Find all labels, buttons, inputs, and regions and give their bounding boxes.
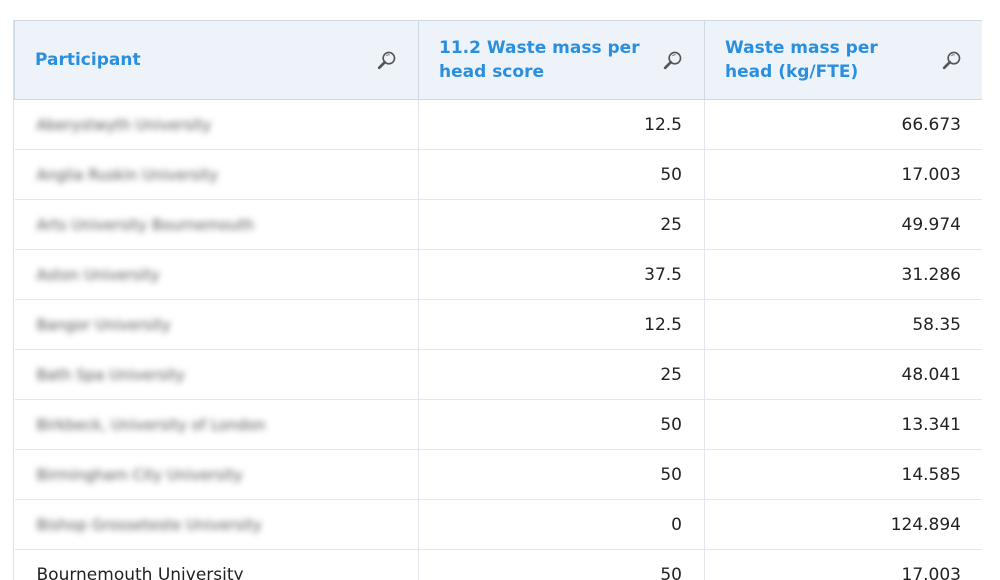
table-row: Aberystwyth University 12.5 66.673	[15, 100, 983, 150]
participant-cell: Bishop Grosseteste University	[15, 500, 419, 550]
participant-cell: Birmingham City University	[15, 450, 419, 500]
table-header: Participant 11.2 Waste mass per head sco…	[15, 21, 983, 100]
mass-cell: 17.003	[705, 150, 983, 200]
search-icon[interactable]	[662, 49, 684, 71]
waste-table: Participant 11.2 Waste mass per head sco…	[14, 20, 982, 580]
column-header-score[interactable]: 11.2 Waste mass per head score	[419, 21, 705, 100]
participant-cell: Bangor University	[15, 300, 419, 350]
participant-cell: Aberystwyth University	[15, 100, 419, 150]
mass-cell: 49.974	[705, 200, 983, 250]
participant-cell: Aston University	[15, 250, 419, 300]
participant-cell: Bath Spa University	[15, 350, 419, 400]
column-header-label: 11.2 Waste mass per head score	[439, 36, 684, 84]
column-header-label: Waste mass per head (kg/FTE)	[725, 36, 963, 84]
table-body: Aberystwyth University 12.5 66.673 Angli…	[15, 100, 983, 580]
participant-cell: Birkbeck, University of London	[15, 400, 419, 450]
score-cell: 37.5	[419, 250, 705, 300]
table-row: Anglia Ruskin University 50 17.003	[15, 150, 983, 200]
table-row: Arts University Bournemouth 25 49.974	[15, 200, 983, 250]
table-row: Bishop Grosseteste University 0 124.894	[15, 500, 983, 550]
mass-cell: 17.003	[705, 550, 983, 580]
score-cell: 12.5	[419, 300, 705, 350]
search-icon[interactable]	[376, 49, 398, 71]
table-row: Birmingham City University 50 14.585	[15, 450, 983, 500]
mass-cell: 58.35	[705, 300, 983, 350]
score-cell: 50	[419, 400, 705, 450]
participant-cell: Bournemouth University	[15, 550, 419, 580]
column-header-participant[interactable]: Participant	[15, 21, 419, 100]
mass-cell: 124.894	[705, 500, 983, 550]
participant-cell: Arts University Bournemouth	[15, 200, 419, 250]
score-cell: 25	[419, 350, 705, 400]
mass-cell: 13.341	[705, 400, 983, 450]
table-row: Birkbeck, University of London 50 13.341	[15, 400, 983, 450]
search-icon[interactable]	[941, 49, 963, 71]
participant-cell: Anglia Ruskin University	[15, 150, 419, 200]
score-cell: 25	[419, 200, 705, 250]
score-cell: 50	[419, 550, 705, 580]
table-row: Bangor University 12.5 58.35	[15, 300, 983, 350]
table-row: Bournemouth University 50 17.003	[15, 550, 983, 580]
score-cell: 12.5	[419, 100, 705, 150]
table-row: Bath Spa University 25 48.041	[15, 350, 983, 400]
score-cell: 50	[419, 150, 705, 200]
score-cell: 0	[419, 500, 705, 550]
column-header-mass[interactable]: Waste mass per head (kg/FTE)	[705, 21, 983, 100]
column-header-label: Participant	[35, 48, 398, 72]
data-table-container: Participant 11.2 Waste mass per head sco…	[13, 20, 982, 580]
mass-cell: 31.286	[705, 250, 983, 300]
mass-cell: 48.041	[705, 350, 983, 400]
mass-cell: 66.673	[705, 100, 983, 150]
table-row: Aston University 37.5 31.286	[15, 250, 983, 300]
mass-cell: 14.585	[705, 450, 983, 500]
score-cell: 50	[419, 450, 705, 500]
